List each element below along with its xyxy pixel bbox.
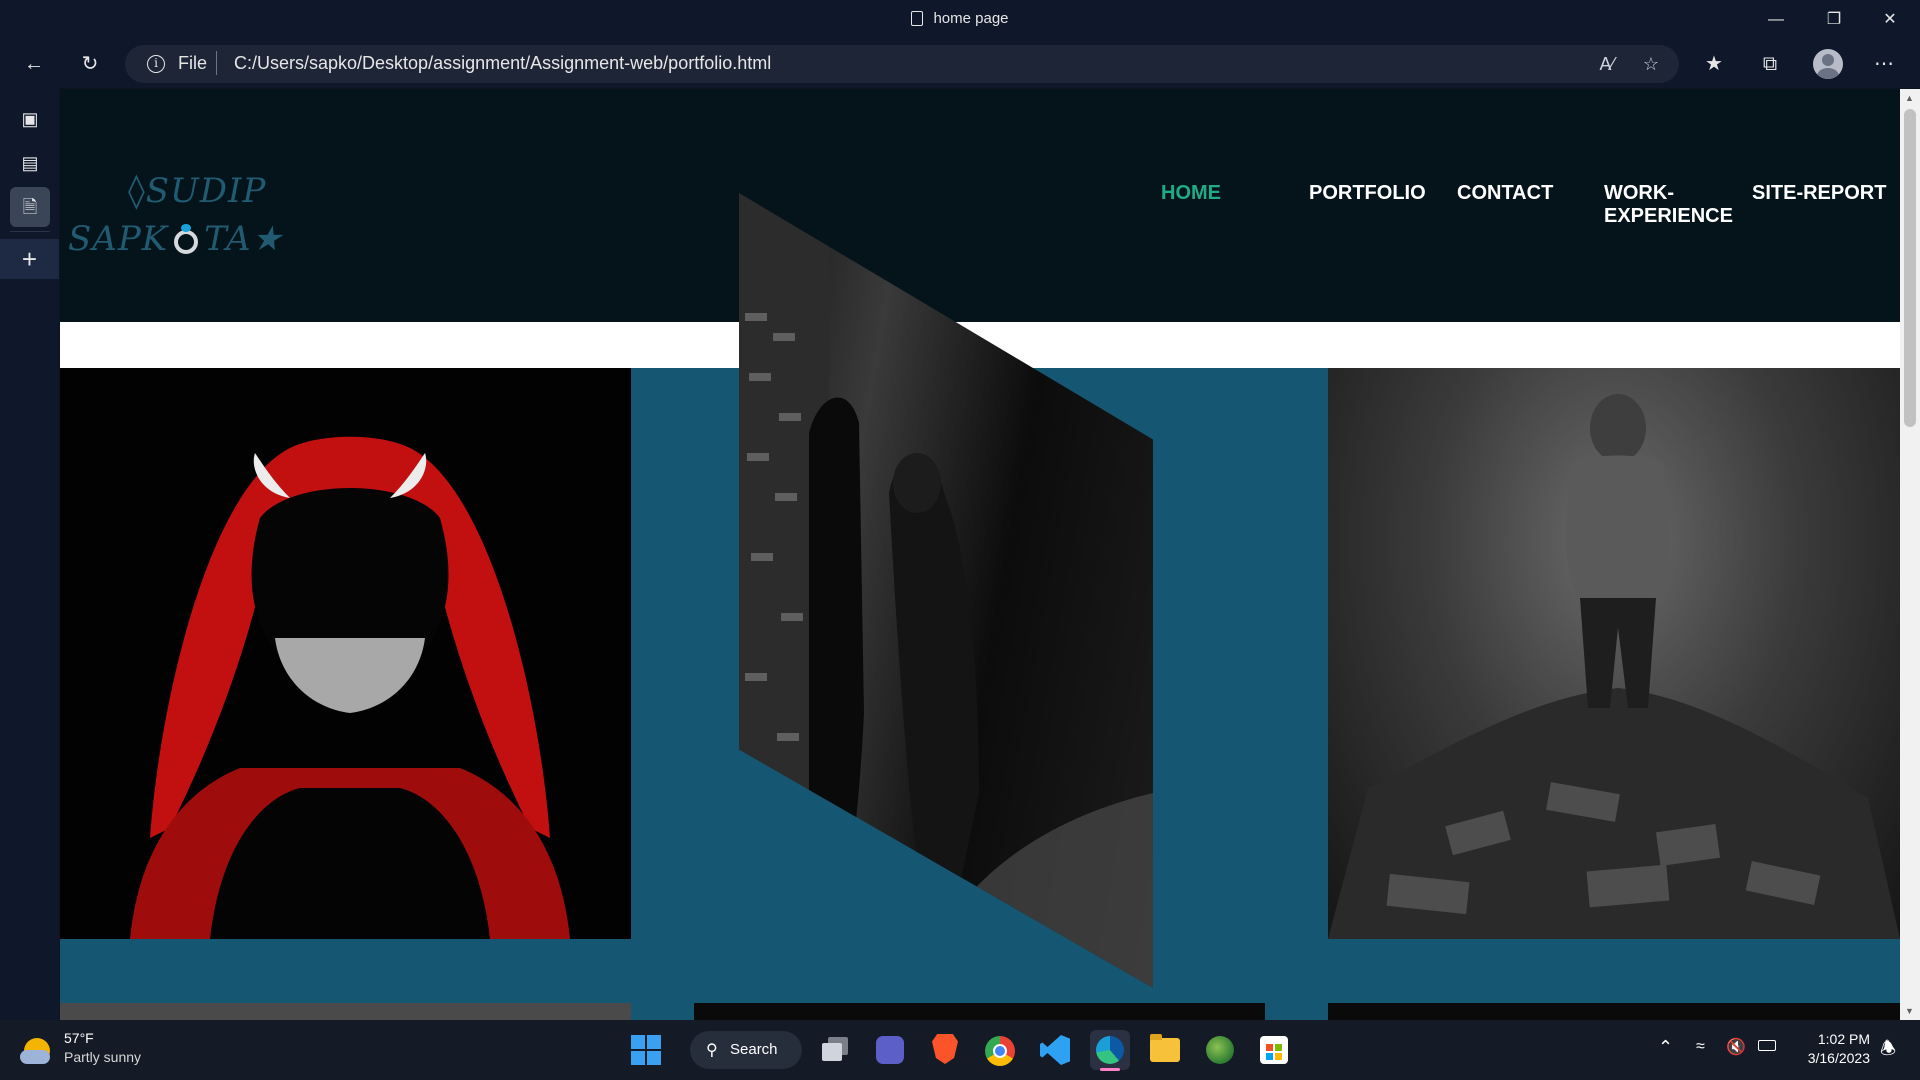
profile-avatar[interactable] bbox=[1813, 49, 1843, 79]
page-document-icon bbox=[911, 11, 924, 26]
weather-condition: Partly sunny bbox=[64, 1049, 142, 1065]
task-view-icon[interactable] bbox=[822, 1037, 848, 1061]
clock-time: 1:02 PM bbox=[1817, 1031, 1870, 1047]
tabs-divider bbox=[10, 231, 50, 232]
file-explorer-icon[interactable] bbox=[1150, 1034, 1180, 1062]
row2-image-1 bbox=[60, 1003, 631, 1020]
clock-date: 3/16/2023 bbox=[1807, 1050, 1870, 1066]
rock-pile-man-image bbox=[1328, 368, 1900, 939]
nav-home[interactable]: HOME bbox=[1161, 182, 1221, 205]
taskbar-search-button[interactable]: ⚲ Search bbox=[690, 1031, 802, 1069]
scroll-up-icon[interactable]: ▲ bbox=[1905, 93, 1914, 103]
new-tab-button[interactable]: + bbox=[0, 239, 59, 279]
window-title-text: home page bbox=[933, 10, 1009, 27]
logo-line2: SAPK TA★ bbox=[68, 215, 348, 263]
address-url[interactable]: C:/Users/sapko/Desktop/assignment/Assign… bbox=[234, 53, 771, 74]
vscode-icon[interactable] bbox=[1040, 1035, 1070, 1065]
teams-icon[interactable] bbox=[876, 1036, 904, 1064]
brave-icon[interactable] bbox=[932, 1034, 958, 1064]
chevron-up-icon[interactable]: ⌃ bbox=[1658, 1037, 1673, 1058]
logo-part2: TA★ bbox=[204, 219, 283, 259]
devil-hoodie-image bbox=[60, 368, 631, 939]
row2-image-3 bbox=[1328, 1003, 1900, 1020]
search-icon: ⚲ bbox=[706, 1042, 718, 1059]
store-icon[interactable] bbox=[1260, 1036, 1288, 1064]
tab-home-page[interactable]: 🗎 bbox=[10, 187, 50, 227]
back-icon[interactable]: ← bbox=[18, 48, 50, 80]
page-scrollbar[interactable]: ▲ ▼ bbox=[1900, 89, 1920, 1020]
scroll-down-icon[interactable]: ▼ bbox=[1905, 1006, 1914, 1016]
workspaces-icon[interactable]: ▤ bbox=[10, 143, 50, 183]
windows-start-icon[interactable] bbox=[631, 1035, 661, 1065]
site-header: ◊SUDIP SAPK TA★ HOME PORTFOLIO CONTACT WO… bbox=[60, 89, 1900, 322]
battery-icon[interactable] bbox=[1758, 1040, 1776, 1051]
close-icon[interactable]: ✕ bbox=[1862, 0, 1918, 40]
favorites-icon[interactable]: ★ bbox=[1698, 48, 1730, 80]
taskbar: 57°F Partly sunny ⚲ Search ⌃ ≈ 🔇 1:02 PM bbox=[0, 1020, 1920, 1080]
volume-icon[interactable]: 🔇 bbox=[1726, 1037, 1746, 1057]
app-icon[interactable] bbox=[1206, 1036, 1234, 1064]
window-title: home page bbox=[0, 10, 1920, 27]
search-label: Search bbox=[730, 1041, 778, 1058]
more-icon[interactable]: ⋯ bbox=[1868, 48, 1900, 80]
nav-work-experience[interactable]: WORK-EXPERIENCE bbox=[1604, 182, 1744, 228]
add-favorite-icon[interactable]: ☆ bbox=[1637, 51, 1665, 77]
window-title-bar: home page — ❐ ✕ bbox=[0, 0, 1920, 40]
logo-line1: ◊SUDIP bbox=[128, 171, 267, 211]
address-separator bbox=[216, 51, 217, 75]
address-scheme: File bbox=[178, 53, 208, 73]
ring-icon bbox=[174, 224, 199, 254]
scrollbar-thumb[interactable] bbox=[1904, 109, 1916, 427]
site-logo[interactable]: ◊SUDIP SAPK TA★ bbox=[68, 167, 348, 263]
notification-bell-icon[interactable]: 🕭 bbox=[1880, 1036, 1896, 1066]
collections-icon[interactable]: ⧉ bbox=[1754, 48, 1786, 80]
row2-image-2 bbox=[694, 1003, 1265, 1020]
weather-temp: 57°F bbox=[64, 1030, 94, 1046]
chrome-icon[interactable] bbox=[985, 1036, 1015, 1066]
tab-actions-icon[interactable]: ▣ bbox=[10, 99, 50, 139]
nav-site-report[interactable]: SITE-REPORT bbox=[1752, 182, 1886, 205]
weather-widget[interactable]: 57°F Partly sunny bbox=[20, 1030, 190, 1070]
page-viewport: ◊SUDIP SAPK TA★ HOME PORTFOLIO CONTACT WO… bbox=[60, 89, 1900, 1020]
clock[interactable]: 1:02 PM 3/16/2023 bbox=[1790, 1030, 1870, 1068]
restore-icon[interactable]: ❐ bbox=[1806, 0, 1862, 40]
browser-toolbar: ← ↻ i File C:/Users/sapko/Desktop/assign… bbox=[0, 40, 1920, 88]
address-bar[interactable]: i File C:/Users/sapko/Desktop/assignment… bbox=[125, 45, 1679, 83]
cloud-icon bbox=[20, 1050, 50, 1064]
logo-part1: SAPK bbox=[68, 219, 169, 259]
nav-portfolio[interactable]: PORTFOLIO bbox=[1309, 182, 1426, 205]
info-icon[interactable]: i bbox=[147, 55, 165, 73]
vertical-tabs-panel: ▣ ▤ 🗎 + bbox=[0, 88, 59, 1020]
minimize-icon[interactable]: — bbox=[1748, 0, 1804, 40]
refresh-icon[interactable]: ↻ bbox=[74, 48, 106, 80]
read-aloud-icon[interactable]: A⁄ bbox=[1593, 51, 1621, 77]
nav-contact[interactable]: CONTACT bbox=[1457, 182, 1553, 205]
edge-icon[interactable] bbox=[1090, 1030, 1130, 1071]
wifi-icon[interactable]: ≈ bbox=[1696, 1038, 1705, 1056]
